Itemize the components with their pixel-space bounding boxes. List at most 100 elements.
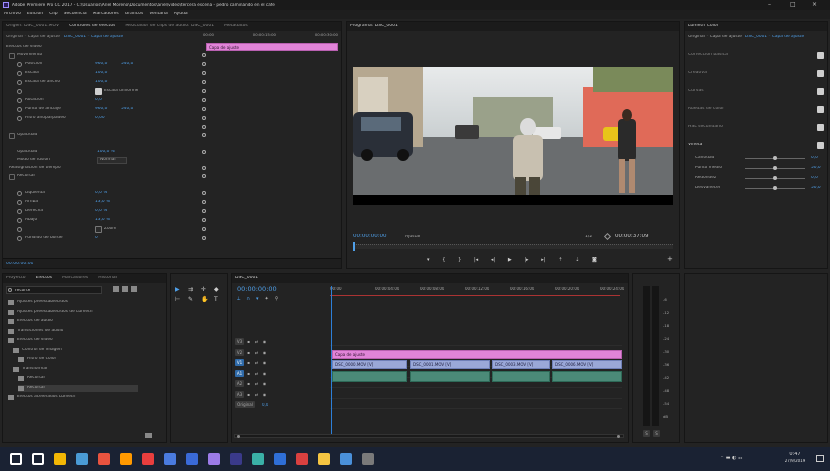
wrench-icon[interactable] bbox=[603, 232, 612, 241]
export-frame-icon[interactable]: ◙ bbox=[592, 257, 597, 263]
fit-dropdown[interactable]: Ajustar bbox=[405, 235, 421, 240]
stopwatch-icon[interactable] bbox=[17, 98, 22, 103]
menu-ventana[interactable]: Ventana bbox=[149, 12, 167, 17]
notification-icon[interactable] bbox=[816, 455, 824, 462]
opacity-value[interactable]: 100,0 % bbox=[97, 150, 115, 154]
effects-tree-item[interactable]: Ajustes preestablecidos bbox=[8, 299, 68, 306]
edge-icon[interactable] bbox=[186, 453, 198, 465]
reset-icon[interactable] bbox=[202, 174, 206, 178]
solo-left-button[interactable]: S bbox=[643, 430, 650, 437]
reset-icon[interactable] bbox=[202, 62, 206, 66]
stopwatch-icon[interactable] bbox=[17, 200, 22, 205]
wrench-timeline-icon[interactable]: ⚲ bbox=[275, 296, 279, 302]
word-icon[interactable] bbox=[164, 453, 176, 465]
menu-archivo[interactable]: Archivo bbox=[4, 12, 21, 17]
program-scrubber[interactable] bbox=[353, 242, 673, 251]
after-effects-icon[interactable] bbox=[230, 453, 242, 465]
lumetri-slider-value[interactable]: 50,0 bbox=[811, 166, 821, 170]
reset-icon[interactable] bbox=[202, 218, 206, 222]
tab-project[interactable]: Proyecto bbox=[6, 276, 26, 281]
lumetri-slider-knob[interactable] bbox=[773, 186, 777, 190]
track-target-button[interactable]: A2 bbox=[235, 380, 244, 387]
premiere-icon[interactable] bbox=[208, 453, 220, 465]
lumetri-slider-value[interactable]: 50,0 bbox=[811, 186, 821, 190]
opacity-section[interactable]: Opacidad bbox=[9, 132, 37, 139]
motion-prop-value[interactable]: 0,0 bbox=[95, 98, 121, 102]
windows-start-icon[interactable] bbox=[10, 453, 22, 465]
reset-icon[interactable] bbox=[202, 191, 206, 195]
video-clip[interactable]: DSC_0003.MOV [V] bbox=[492, 360, 550, 369]
add-marker-timeline-icon[interactable]: ▾ bbox=[256, 296, 259, 302]
mini-adjustment-clip[interactable]: Capa de ajuste bbox=[206, 43, 338, 51]
crop-prop-value[interactable]: 0 bbox=[95, 236, 98, 240]
ripple-edit-tool-icon[interactable]: ✛ bbox=[201, 286, 211, 293]
hand-tool-icon[interactable]: ✋ bbox=[201, 296, 211, 303]
menu-clip[interactable]: Clip bbox=[49, 12, 58, 17]
tab-effect-controls[interactable]: Controles de efectos bbox=[69, 24, 115, 29]
effects-tree-item[interactable]: Efectos de audio bbox=[8, 318, 53, 325]
reset-icon[interactable] bbox=[202, 150, 206, 154]
motion-row[interactable]: Movimiento bbox=[9, 52, 42, 59]
go-to-out-icon[interactable]: ▸| bbox=[541, 257, 545, 263]
clock[interactable]: 0:47 27/9/2019 bbox=[780, 452, 810, 463]
stopwatch-icon[interactable] bbox=[17, 236, 22, 241]
lumetri-section-checkbox[interactable] bbox=[817, 52, 824, 59]
tab-source[interactable]: Origen: DSC_0001.MOV bbox=[6, 24, 59, 29]
firefox-icon[interactable] bbox=[120, 453, 132, 465]
tab-metadata[interactable]: Metadatos bbox=[224, 24, 248, 29]
tab-markers[interactable]: Marcadores bbox=[62, 276, 88, 281]
reset-icon[interactable] bbox=[202, 209, 206, 213]
taskbar-app-icon[interactable] bbox=[362, 453, 374, 465]
motion-prop-value-2[interactable]: 540,0 bbox=[121, 62, 133, 66]
track-target-button[interactable]: A3 bbox=[235, 390, 244, 398]
effects-tree-item[interactable]: Recortar bbox=[18, 384, 138, 392]
maximize-button[interactable]: □ bbox=[790, 2, 796, 8]
mark-out-icon[interactable]: } bbox=[458, 257, 461, 263]
reset-icon[interactable] bbox=[202, 133, 206, 137]
lumetri-section-row[interactable]: Creativa bbox=[688, 70, 824, 78]
32bit-filter-icon[interactable] bbox=[122, 286, 128, 292]
mail-icon[interactable] bbox=[76, 453, 88, 465]
motion-prop-value-2[interactable]: 540,0 bbox=[121, 107, 133, 111]
type-tool-icon[interactable]: T bbox=[214, 296, 224, 303]
photos-icon[interactable] bbox=[274, 453, 286, 465]
effects-tree-item[interactable]: Recortar bbox=[18, 375, 45, 382]
lumetri-slider-knob[interactable] bbox=[773, 176, 777, 180]
chrome-icon[interactable] bbox=[98, 453, 110, 465]
reset-icon[interactable] bbox=[202, 80, 206, 84]
stopwatch-icon[interactable] bbox=[17, 107, 22, 112]
effects-tree-item[interactable]: Transformar bbox=[13, 366, 48, 373]
lumetri-section-checkbox[interactable] bbox=[817, 142, 824, 149]
lumetri-section-row[interactable]: Viñeta bbox=[688, 142, 824, 150]
file-explorer-icon[interactable] bbox=[54, 453, 66, 465]
menu-edicion[interactable]: Edición bbox=[27, 12, 43, 17]
fx-crop-icon[interactable] bbox=[9, 173, 15, 180]
lock-icon[interactable]: ▪ bbox=[245, 370, 252, 377]
effect-controls-timecode[interactable]: 00:00:00:00 bbox=[6, 262, 33, 267]
lumetri-section-checkbox[interactable] bbox=[817, 106, 824, 113]
motion-prop-value[interactable]: 960,0 bbox=[95, 62, 121, 66]
folder-icon[interactable] bbox=[318, 453, 330, 465]
zoom-checkbox[interactable] bbox=[95, 226, 102, 233]
lumetri-section-row[interactable]: HSL secundario bbox=[688, 124, 824, 132]
tab-lumetri[interactable]: Lumetri Color bbox=[688, 24, 718, 29]
sync-icon[interactable]: ⇄ bbox=[253, 349, 260, 356]
track-target-button[interactable]: V2 bbox=[235, 348, 244, 356]
scroll-handle-left[interactable] bbox=[237, 435, 240, 438]
effects-search-input[interactable]: recorte bbox=[15, 289, 30, 293]
accelerated-filter-icon[interactable] bbox=[113, 286, 119, 292]
app-icon[interactable] bbox=[252, 453, 264, 465]
reset-icon[interactable] bbox=[202, 107, 206, 111]
lock-icon[interactable]: ▪ bbox=[245, 338, 252, 345]
track-target-button[interactable]: Original bbox=[235, 401, 255, 408]
taskbar-app-icon[interactable] bbox=[340, 453, 352, 465]
track-target-button[interactable]: V3 bbox=[235, 338, 244, 345]
effects-tree-item[interactable]: Transiciones de audio bbox=[8, 328, 63, 335]
track-lane[interactable] bbox=[330, 337, 622, 346]
stopwatch-icon[interactable] bbox=[17, 191, 22, 196]
audio-clip[interactable] bbox=[332, 371, 407, 382]
effects-tree-item[interactable]: Efectos de vídeo bbox=[8, 337, 53, 344]
program-playhead[interactable] bbox=[353, 242, 355, 251]
lift-icon[interactable]: ⇡ bbox=[558, 257, 562, 263]
effects-tree-item[interactable]: Filtro de color bbox=[18, 356, 56, 363]
